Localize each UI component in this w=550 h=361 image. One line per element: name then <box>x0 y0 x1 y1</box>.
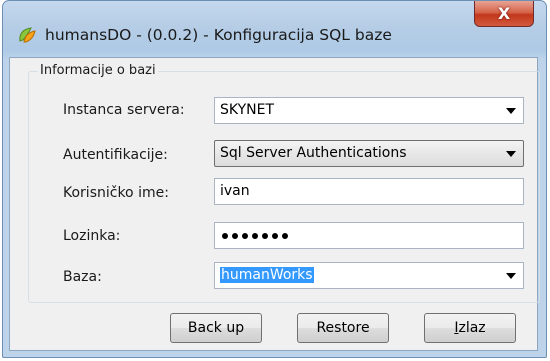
auth-value: Sql Server Authentications <box>220 145 407 161</box>
database-combobox[interactable]: humanWorks <box>214 262 524 289</box>
auth-label: Autentifikacije: <box>63 147 168 163</box>
close-button[interactable]: X <box>474 1 534 27</box>
username-value: ivan <box>220 183 250 199</box>
database-value[interactable]: humanWorks <box>220 267 314 283</box>
restore-button[interactable]: Restore <box>297 313 389 343</box>
password-label: Lozinka: <box>63 228 121 244</box>
chevron-down-icon[interactable] <box>506 151 516 157</box>
group-title: Informacije o bazi <box>38 63 158 78</box>
password-mask <box>222 233 288 239</box>
username-input[interactable]: ivan <box>214 178 524 205</box>
close-icon: X <box>497 4 511 23</box>
window-title: humansDO - (0.0.2) - Konfiguracija SQL b… <box>45 26 392 44</box>
server-value: SKYNET <box>220 102 274 118</box>
database-label: Baza: <box>63 269 102 285</box>
password-input[interactable] <box>214 222 524 249</box>
app-icon <box>19 27 36 43</box>
exit-button[interactable]: Izlaz <box>424 313 516 343</box>
title-bar[interactable]: humansDO - (0.0.2) - Konfiguracija SQL b… <box>3 1 546 59</box>
server-combobox[interactable]: SKYNET <box>214 97 524 124</box>
chevron-down-icon[interactable] <box>506 108 516 114</box>
chevron-down-icon[interactable] <box>506 273 516 279</box>
server-label: Instanca servera: <box>63 102 185 118</box>
username-label: Korisničko ime: <box>63 185 169 201</box>
backup-button[interactable]: Back up <box>170 313 262 343</box>
auth-dropdown[interactable]: Sql Server Authentications <box>214 140 524 167</box>
exit-label-rest: zlaz <box>458 320 486 336</box>
